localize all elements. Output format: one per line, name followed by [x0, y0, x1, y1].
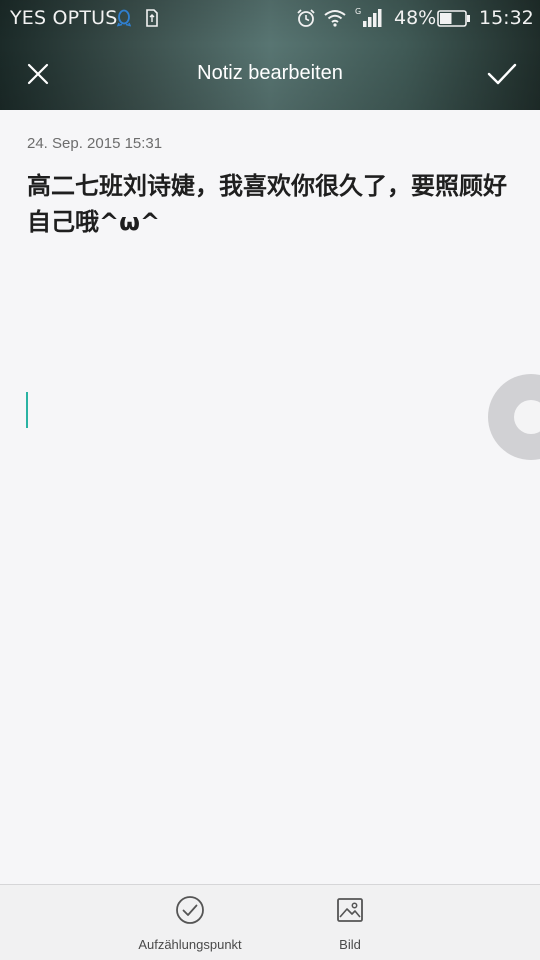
- note-editor[interactable]: 24. Sep. 2015 15:31 高二七班刘诗婕，我喜欢你很久了，要照顾好…: [0, 110, 540, 884]
- save-button[interactable]: [480, 54, 524, 94]
- status-bar: YES OPTUS G 48% 15:32: [0, 0, 540, 38]
- bullet-point-label: Aufzählungspunkt: [138, 937, 242, 952]
- note-editor-screen: YES OPTUS G 48% 15:32 Notiz bearbeiten 2…: [0, 0, 540, 960]
- image-icon: [337, 898, 363, 922]
- svg-text:G: G: [355, 7, 361, 16]
- floating-assist-button[interactable]: [488, 374, 540, 460]
- qq-icon: [117, 9, 131, 27]
- status-time: 15:32: [479, 7, 534, 29]
- page-title: Notiz bearbeiten: [197, 62, 343, 84]
- battery-icon: [437, 10, 470, 27]
- note-timestamp: 24. Sep. 2015 15:31: [27, 135, 163, 152]
- checkmark-icon: [487, 63, 517, 85]
- alarm-icon: [297, 9, 315, 27]
- battery-percentage: 48%: [394, 7, 437, 29]
- check-circle-icon: [176, 896, 204, 924]
- wifi-icon: [324, 10, 346, 27]
- bullet-point-button[interactable]: Aufzählungspunkt: [120, 895, 260, 955]
- text-cursor: [26, 392, 28, 428]
- carrier-name: YES OPTUS: [10, 7, 118, 29]
- signal-icon: G: [355, 7, 382, 27]
- bottom-toolbar: Aufzählungspunkt Bild: [0, 884, 540, 960]
- sim-card-icon: [146, 9, 158, 27]
- image-label: Bild: [339, 937, 361, 952]
- insert-image-button[interactable]: Bild: [300, 895, 400, 955]
- title-bar: Notiz bearbeiten: [0, 38, 540, 110]
- note-body-text[interactable]: 高二七班刘诗婕，我喜欢你很久了，要照顾好自己哦^ω^: [27, 168, 513, 240]
